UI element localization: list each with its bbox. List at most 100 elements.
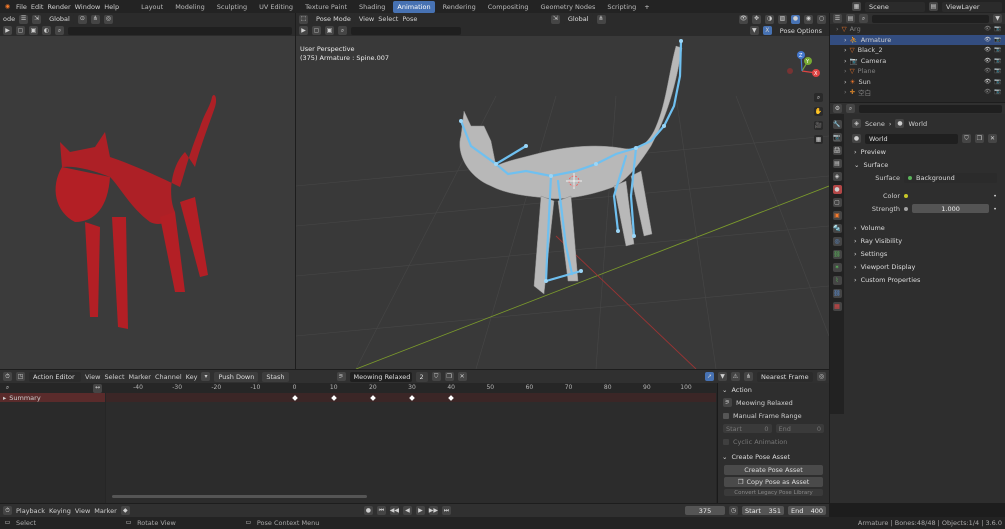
- only-selected-icon[interactable]: ➚: [705, 372, 714, 381]
- unlink-icon[interactable]: ✕: [457, 372, 467, 381]
- current-frame-field[interactable]: 375: [685, 506, 726, 515]
- overlay-icon[interactable]: ◑: [765, 14, 775, 24]
- action-users-count[interactable]: 2: [415, 371, 428, 382]
- outliner-item[interactable]: › 📷 Camera 👁 📷: [830, 56, 1005, 67]
- menu-marker[interactable]: Marker: [94, 507, 116, 515]
- menu-channel[interactable]: Channel: [155, 373, 182, 381]
- color-swatch[interactable]: [912, 191, 990, 200]
- tab-sculpting[interactable]: Sculpting: [213, 1, 251, 13]
- visibility-icon[interactable]: 👁: [739, 14, 749, 24]
- visibility-icon[interactable]: 👁: [984, 68, 991, 74]
- blender-logo-icon[interactable]: ◉: [3, 2, 12, 11]
- filter-icon[interactable]: ▼: [718, 372, 727, 381]
- chevron-right-icon[interactable]: ›: [844, 78, 847, 86]
- select-mode-icon[interactable]: ▣: [29, 26, 38, 35]
- menu-playback[interactable]: Playback: [16, 507, 45, 515]
- visibility-icon[interactable]: 👁: [984, 89, 991, 95]
- chevron-right-icon[interactable]: ›: [836, 25, 839, 33]
- stash-button[interactable]: Stash: [262, 371, 289, 382]
- render-visibility-icon[interactable]: 📷: [994, 47, 1001, 53]
- cyclic-animation-row[interactable]: Cyclic Animation: [718, 435, 829, 448]
- unlink-icon[interactable]: ✕: [988, 134, 997, 143]
- pan-hand-icon[interactable]: ✋: [814, 107, 823, 116]
- dopesheet-type-icon[interactable]: ⏱: [3, 372, 12, 381]
- tab-geometry-nodes[interactable]: Geometry Nodes: [537, 1, 600, 13]
- visibility-icon[interactable]: 👁: [984, 37, 991, 43]
- proportional-edit-icon[interactable]: ◎: [103, 14, 113, 24]
- modifier-tab-icon[interactable]: 🔩: [832, 224, 842, 233]
- add-workspace-button[interactable]: +: [644, 3, 649, 11]
- jump-start-icon[interactable]: ⏮: [376, 506, 386, 515]
- snap-icon[interactable]: ⋔: [90, 14, 100, 24]
- action-name-field[interactable]: Meowing Relaxed: [349, 371, 412, 382]
- chevron-right-icon[interactable]: ›: [844, 46, 847, 54]
- navigation-gizmo[interactable]: X Y Z: [782, 51, 822, 91]
- select-mode-icon[interactable]: ▣: [325, 26, 334, 35]
- keyframe-diamond[interactable]: [409, 394, 415, 401]
- chevron-right-icon[interactable]: ›: [844, 88, 847, 96]
- main-viewport[interactable]: ⬚ Pose Mode View Select Pose ⇲ Global ⋔ …: [296, 13, 829, 369]
- clock-icon[interactable]: ◷: [729, 506, 739, 515]
- render-visibility-icon[interactable]: 📷: [994, 89, 1001, 95]
- shading-solid-icon[interactable]: ●: [791, 14, 801, 24]
- fake-user-icon[interactable]: ⛉: [962, 134, 971, 143]
- panel-preview[interactable]: › Preview: [846, 145, 1003, 158]
- output-tab-icon[interactable]: 🖨: [832, 146, 842, 155]
- jump-keyframe-forward-icon[interactable]: ▶▶: [429, 506, 438, 515]
- record-icon[interactable]: ●: [363, 506, 373, 515]
- push-down-button[interactable]: Push Down: [214, 371, 259, 382]
- outliner-item[interactable]: › ▽ Plane 👁 📷: [830, 66, 1005, 77]
- play-icon[interactable]: ▶: [415, 506, 425, 515]
- panel-action[interactable]: ⌄ Action: [718, 383, 829, 396]
- keyframe-type-icon[interactable]: ◆: [120, 506, 130, 515]
- xray-icon[interactable]: ▨: [778, 14, 788, 24]
- keyframe-diamond[interactable]: [291, 394, 298, 401]
- menu-pose[interactable]: Pose: [402, 15, 417, 23]
- snap-magnet-icon[interactable]: ⋔: [744, 372, 753, 381]
- outliner-item[interactable]: › ☀ Sun 👁 📷: [830, 77, 1005, 88]
- overlay-icon[interactable]: ◐: [42, 26, 51, 35]
- visibility-icon[interactable]: 👁: [984, 47, 991, 53]
- scene-selector[interactable]: Scene: [865, 1, 925, 12]
- action-editor-mode-dropdown[interactable]: Action Editor: [29, 371, 81, 382]
- play-icon[interactable]: ▶: [3, 26, 12, 35]
- duplicate-icon[interactable]: ❐: [444, 372, 454, 381]
- outliner-item[interactable]: › ⛹ Armature 👁 📷: [830, 34, 1005, 45]
- fake-user-icon[interactable]: ⛉: [431, 372, 441, 381]
- keyframe-diamond[interactable]: [370, 394, 376, 401]
- proportional-icon[interactable]: ◎: [817, 372, 826, 381]
- snap-mode-dropdown[interactable]: Nearest Frame: [757, 371, 813, 382]
- tab-uv-editing[interactable]: UV Editing: [255, 1, 297, 13]
- editor-type-icon[interactable]: ⬚: [299, 14, 308, 24]
- chevron-right-icon[interactable]: ›: [844, 36, 847, 44]
- tab-modeling[interactable]: Modeling: [171, 1, 209, 13]
- filter-icon[interactable]: ▼: [749, 26, 759, 35]
- shading-render-icon[interactable]: ○: [817, 14, 827, 24]
- checkbox-icon[interactable]: [723, 438, 729, 445]
- gizmo-icon[interactable]: ✥: [752, 14, 762, 24]
- menu-view[interactable]: View: [359, 15, 374, 23]
- pivot-icon[interactable]: ⊙: [77, 14, 87, 24]
- pose-options-dropdown[interactable]: Pose Options: [775, 25, 826, 36]
- scene-tab-icon[interactable]: ◈: [832, 172, 842, 181]
- checkbox-icon[interactable]: [723, 412, 729, 419]
- left-orientation-dropdown[interactable]: Global: [45, 14, 74, 24]
- swap-icon[interactable]: ↔: [93, 383, 102, 393]
- manual-frame-range-row[interactable]: Manual Frame Range: [718, 409, 829, 422]
- search-icon[interactable]: ⌕: [55, 26, 64, 35]
- visibility-icon[interactable]: 👁: [984, 58, 991, 64]
- menu-help[interactable]: Help: [104, 3, 119, 11]
- search-icon[interactable]: ⌕: [338, 26, 347, 35]
- keyframe-region[interactable]: -40 -30 -20 -10 0 10 20 30 40 50 60 70 80 90 100: [106, 383, 716, 503]
- render-visibility-icon[interactable]: 📷: [994, 68, 1001, 74]
- left-viewport[interactable]: ode ☰ ⇲ Global ⊙ ⋔ ◎ ▶ ▢ ▣ ◐ ⌕: [0, 13, 295, 369]
- physics-tab-icon[interactable]: ◎: [832, 237, 842, 246]
- end-frame-field[interactable]: End 0: [775, 424, 824, 433]
- pose-mode-dropdown[interactable]: Pose Mode: [312, 14, 355, 24]
- duplicate-icon[interactable]: ❐: [975, 134, 984, 143]
- horizontal-scrollbar[interactable]: [112, 495, 367, 498]
- select-box-icon[interactable]: ▢: [16, 26, 25, 35]
- search-icon[interactable]: ⌕: [3, 384, 12, 393]
- outliner-item[interactable]: › ✚ 空白 👁 📷: [830, 87, 1005, 98]
- end-frame-field[interactable]: End 400: [788, 506, 827, 515]
